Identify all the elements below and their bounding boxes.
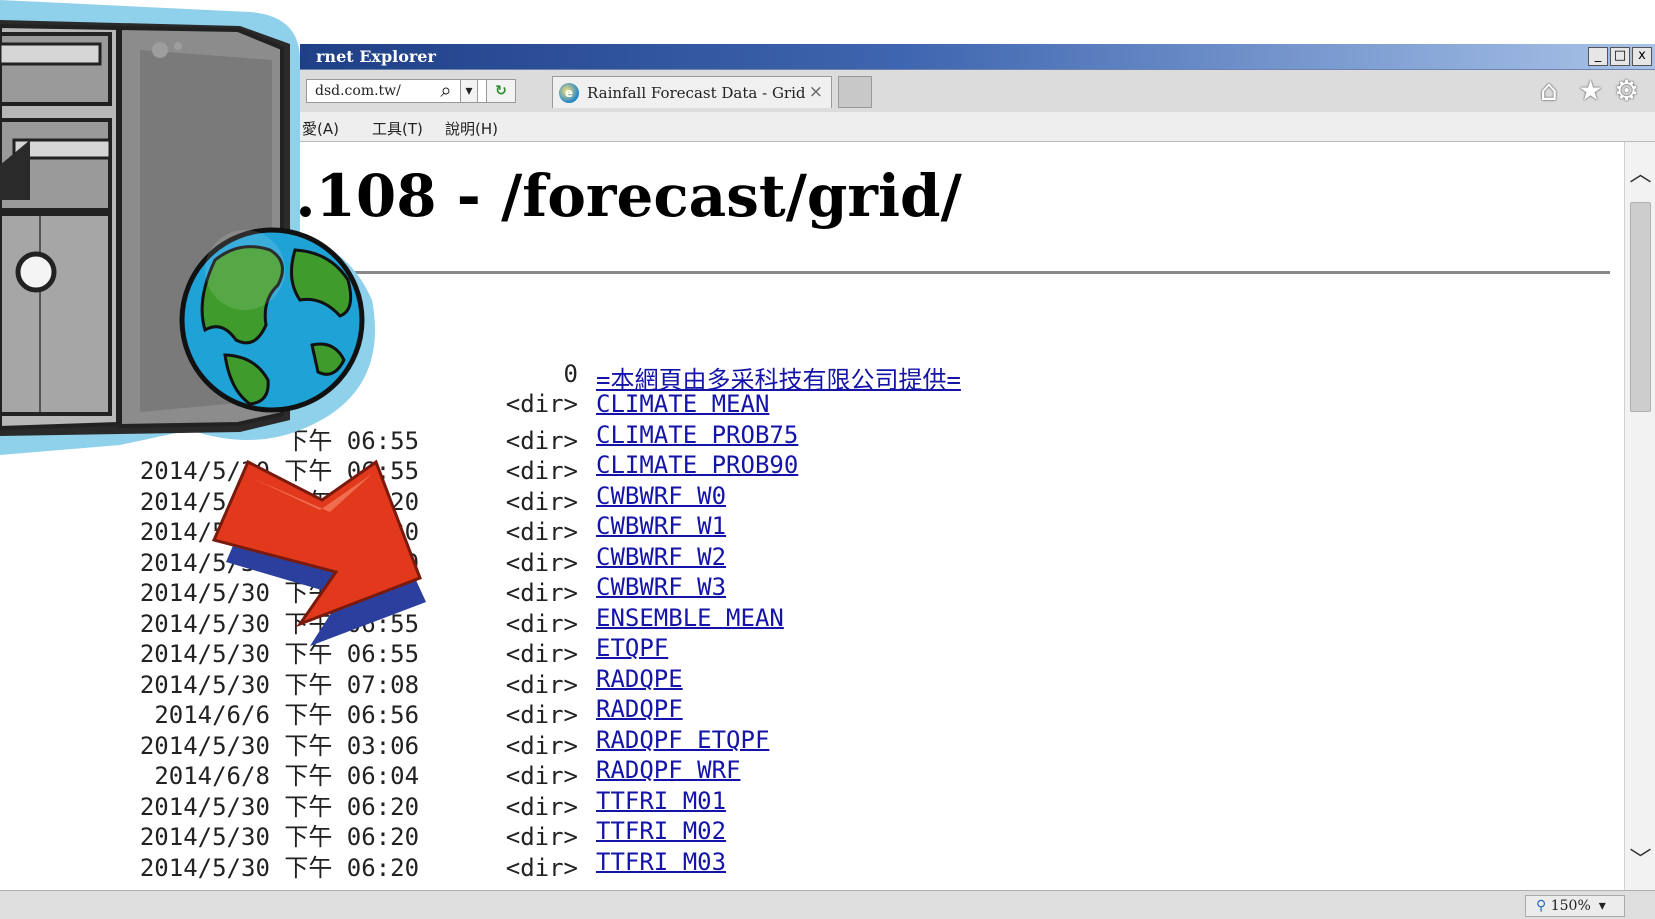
- listing-row: 2014/5/30 下午 06:20 <dir> TTFRI M02: [18, 817, 1018, 851]
- address-dropdown-button[interactable]: ▾: [460, 79, 478, 103]
- zoom-magnifier-icon: ⚲: [1536, 898, 1551, 914]
- zoom-dropdown-icon: ▾: [1598, 898, 1606, 914]
- ie-favicon-icon: e: [559, 83, 579, 103]
- red-arrow-icon: [211, 459, 426, 646]
- home-icon[interactable]: ⌂: [1540, 75, 1558, 107]
- window-title-bar: rnet Explorer _ □ x: [300, 44, 1655, 70]
- entry-link[interactable]: CWBWRF W3: [596, 573, 726, 601]
- entry-meta: 2014/5/30 下午 06:20 <dir>: [139, 823, 578, 851]
- maximize-button[interactable]: □: [1610, 47, 1630, 66]
- new-tab-button[interactable]: [838, 76, 872, 108]
- close-window-button[interactable]: x: [1632, 47, 1652, 66]
- listing-row: 2014/5/30 下午 06:20 <dir> TTFRI M01: [18, 787, 1018, 821]
- entry-link[interactable]: RADQPE: [596, 665, 683, 693]
- refresh-icon[interactable]: ↻: [486, 79, 516, 103]
- settings-gear-icon[interactable]: ⚙: [1614, 75, 1639, 107]
- favorites-star-icon[interactable]: ★: [1578, 75, 1603, 107]
- server-globe-arrow-clipart: [0, 0, 426, 646]
- scroll-up-icon[interactable]: ︿: [1625, 156, 1655, 188]
- entry-link[interactable]: TTFRI M03: [596, 848, 726, 876]
- listing-row: 2014/6/6 下午 06:56 <dir> RADQPF: [18, 695, 1018, 729]
- entry-link[interactable]: CLIMATE PROB75: [596, 421, 798, 449]
- entry-link[interactable]: ENSEMBLE MEAN: [596, 604, 784, 632]
- entry-meta: 2014/6/6 下午 06:56 <dir>: [154, 701, 578, 729]
- entry-link[interactable]: CWBWRF W1: [596, 512, 726, 540]
- entry-link[interactable]: CWBWRF W2: [596, 543, 726, 571]
- vertical-scrollbar[interactable]: ︿ ﹀: [1624, 142, 1655, 890]
- scrollbar-thumb[interactable]: [1630, 202, 1651, 412]
- entry-link[interactable]: CWBWRF W0: [596, 482, 726, 510]
- entry-link[interactable]: ETQPF: [596, 634, 668, 662]
- entry-link[interactable]: TTFRI M02: [596, 817, 726, 845]
- entry-link[interactable]: RADQPF: [596, 695, 683, 723]
- entry-link[interactable]: RADQPF WRF: [596, 756, 741, 784]
- menu-item-help[interactable]: 說明(H): [445, 118, 498, 139]
- zoom-control[interactable]: ⚲ 150% ▾: [1525, 895, 1625, 917]
- listing-row: 2014/6/8 下午 06:04 <dir> RADQPF WRF: [18, 756, 1018, 790]
- menu-bar: 愛(A) 工具(T) 說明(H): [300, 112, 1655, 142]
- screenshot-stage: rnet Explorer _ □ x dsd.com.tw/ ⌕ ▾ ↻ e …: [0, 0, 1655, 919]
- entry-link[interactable]: TTFRI M01: [596, 787, 726, 815]
- listing-row: 2014/5/30 下午 03:06 <dir> RADQPF ETQPF: [18, 726, 1018, 760]
- status-bar: ⚲ 150% ▾: [0, 890, 1655, 919]
- entry-link[interactable]: RADQPF ETQPF: [596, 726, 769, 754]
- entry-meta: 2014/5/30 下午 06:20 <dir>: [139, 854, 578, 882]
- zoom-level: 150%: [1550, 898, 1591, 914]
- tab-title: Rainfall Forecast Data - Grid: [587, 84, 806, 102]
- minimize-button[interactable]: _: [1588, 47, 1608, 66]
- entry-link[interactable]: CLIMATE MEAN: [596, 390, 769, 418]
- entry-link[interactable]: CLIMATE PROB90: [596, 451, 798, 479]
- address-bar: dsd.com.tw/ ⌕ ▾ ↻ e Rainfall Forecast Da…: [300, 70, 1655, 112]
- tab-active[interactable]: e Rainfall Forecast Data - Grid ×: [552, 76, 832, 108]
- tab-close-icon[interactable]: ×: [809, 82, 823, 102]
- entry-meta: 2014/6/8 下午 06:04 <dir>: [154, 762, 578, 790]
- globe-icon: [179, 227, 365, 413]
- listing-row: 2014/5/30 下午 06:20 <dir> TTFRI M03: [18, 848, 1018, 882]
- scroll-down-icon[interactable]: ﹀: [1625, 842, 1655, 874]
